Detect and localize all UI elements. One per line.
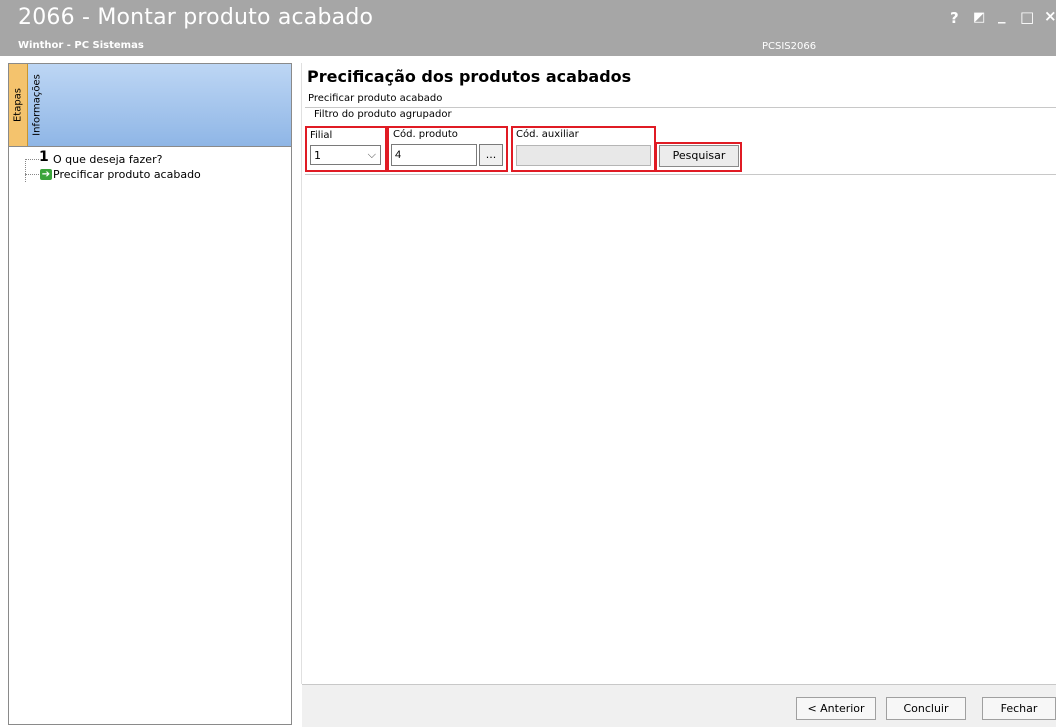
close-button[interactable]: Fechar: [982, 697, 1056, 720]
search-button[interactable]: Pesquisar: [659, 145, 739, 167]
tab-informacoes-label: Informações: [31, 74, 43, 136]
tab-etapas[interactable]: Etapas: [9, 64, 28, 146]
window-subtitle: Winthor - PC Sistemas: [18, 40, 144, 51]
page-subtitle: Precificar produto acabado: [308, 93, 443, 104]
close-icon[interactable]: ×: [1044, 7, 1056, 25]
program-code: PCSIS2066: [762, 41, 817, 52]
minimize-icon[interactable]: _: [998, 6, 1006, 24]
divider: [305, 107, 1056, 108]
cod-produto-lookup-button[interactable]: ...: [479, 144, 503, 166]
steps-tree: 1 O que deseja fazer? ➔ Precificar produ…: [13, 149, 285, 182]
sidebar-tabs: Etapas Informações: [9, 64, 291, 147]
title-bar: 2066 - Montar produto acabado Winthor - …: [0, 0, 1056, 56]
footer-bar: < Anterior Concluir Fechar: [302, 684, 1056, 727]
filial-select[interactable]: 1 ⌵: [310, 145, 381, 165]
filter-legend: Filtro do produto agrupador: [312, 109, 454, 120]
help-icon[interactable]: ?: [950, 9, 959, 27]
arrow-right-icon: ➔: [40, 169, 52, 180]
chevron-down-icon: ⌵: [367, 148, 376, 161]
tree-connector: [25, 159, 39, 160]
steps-panel: Etapas Informações 1 O que deseja fazer?…: [8, 63, 292, 725]
step-item[interactable]: 1 O que deseja fazer?: [13, 149, 285, 167]
page-title: Precificação dos produtos acabados: [307, 67, 632, 86]
cod-produto-input[interactable]: [391, 144, 477, 166]
window-title: 2066 - Montar produto acabado: [18, 5, 374, 30]
step-number: 1: [39, 149, 49, 165]
cod-auxiliar-input[interactable]: [516, 145, 651, 166]
tab-informacoes[interactable]: Informações: [28, 64, 46, 146]
tree-connector: [25, 161, 26, 182]
tree-connector: [25, 174, 39, 175]
step-label: O que deseja fazer?: [53, 153, 163, 166]
cod-produto-label: Cód. produto: [393, 129, 458, 140]
finish-button[interactable]: Concluir: [886, 697, 966, 720]
panel-divider: [301, 63, 302, 684]
restore-icon[interactable]: ◩: [973, 10, 985, 25]
previous-button[interactable]: < Anterior: [796, 697, 876, 720]
step-item-current[interactable]: ➔ Precificar produto acabado: [13, 161, 285, 182]
cod-auxiliar-label: Cód. auxiliar: [516, 129, 579, 140]
filial-label: Filial: [310, 130, 333, 141]
tab-etapas-label: Etapas: [12, 87, 24, 123]
step-label: Precificar produto acabado: [53, 168, 201, 181]
maximize-icon[interactable]: □: [1020, 8, 1034, 26]
filial-value: 1: [314, 149, 321, 162]
